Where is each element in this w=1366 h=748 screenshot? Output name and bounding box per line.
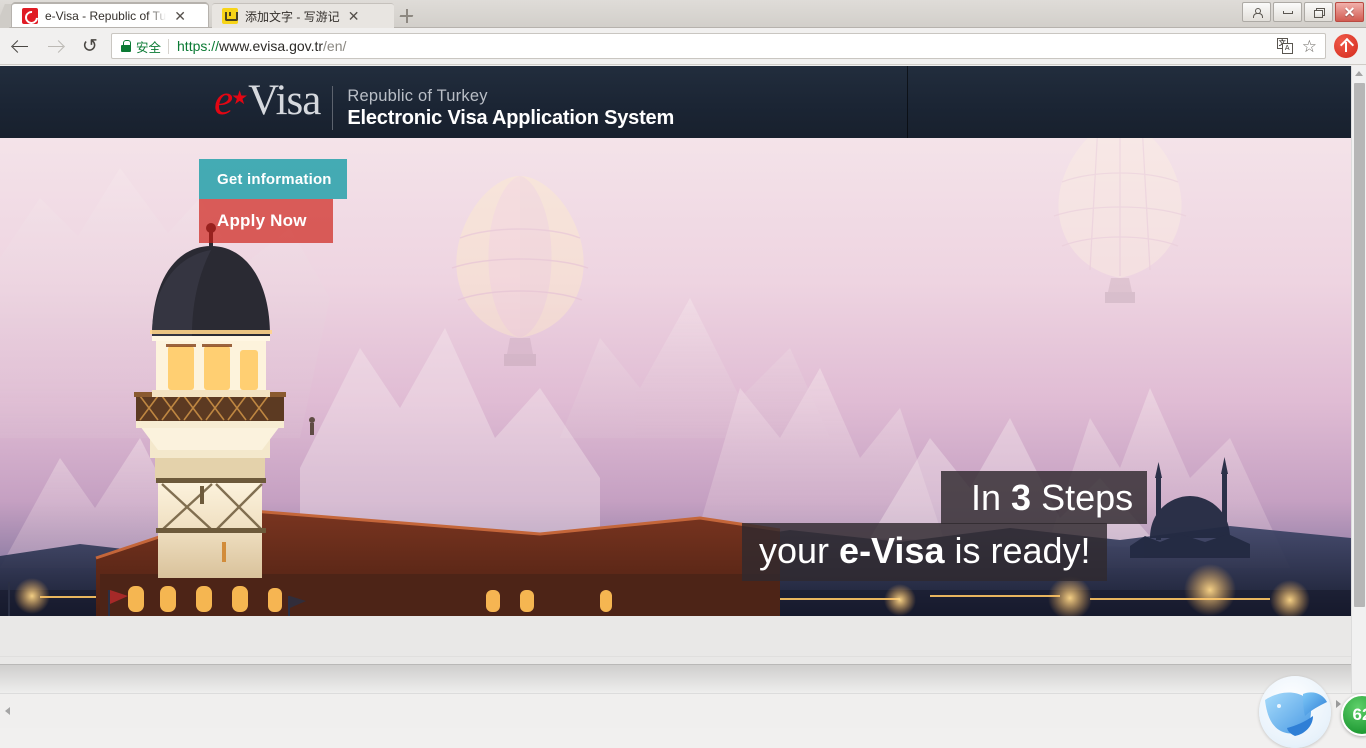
minimize-button[interactable] [1273, 2, 1302, 22]
note-favicon-icon [222, 8, 238, 24]
omnibox-divider [168, 38, 170, 54]
user-icon [1252, 7, 1263, 18]
evisa-wordmark: e ★ Visa [214, 77, 321, 132]
omnibox-actions: 文 A ☆ [1276, 38, 1319, 55]
page-content-below-hero [0, 616, 1351, 693]
headline-line2-suffix: is ready! [944, 530, 1091, 571]
site-title-block: Republic of Turkey Electronic Visa Appli… [347, 87, 674, 132]
browser-tab-note[interactable]: 添加文字 - 写游记 ✕ [212, 3, 394, 28]
page-viewport: e ★ Visa Republic of Turkey Electronic Vis… [0, 66, 1351, 693]
restore-icon [1314, 7, 1325, 18]
url-path: /en/ [323, 38, 347, 54]
logo-separator [332, 86, 334, 130]
headline-line2-prefix: your [759, 530, 840, 571]
reload-icon: ↻ [82, 35, 98, 57]
header-divider [907, 66, 908, 138]
translate-icon[interactable]: 文 A [1276, 38, 1293, 54]
headline-line1-bold: 3 [1011, 477, 1032, 518]
score-badge-value: 62 [1352, 705, 1366, 724]
update-extension-icon[interactable] [1334, 34, 1358, 58]
vertical-scrollbar[interactable] [1351, 66, 1366, 693]
apply-now-button[interactable]: Apply Now [199, 199, 333, 243]
back-arrow-icon [12, 38, 29, 55]
hero-banner: Get information Apply Now In 3 Steps you… [0, 138, 1351, 616]
tab-close-icon[interactable]: ✕ [172, 8, 188, 24]
browser-toolbar: ↻ 安全 https://www.evisa.gov.tr/en/ 文 A ☆ [0, 28, 1366, 65]
scroll-up-arrow-icon[interactable] [1355, 71, 1363, 76]
headline-line1-prefix: In [971, 477, 1012, 518]
evisa-favicon-icon [22, 8, 38, 24]
bird-widget[interactable] [1259, 676, 1331, 748]
apply-now-label: Apply Now [217, 211, 307, 230]
restore-button[interactable] [1304, 2, 1333, 22]
reload-button[interactable]: ↻ [75, 31, 105, 61]
logo-word-visa: Visa [248, 77, 321, 124]
close-icon: ✕ [1343, 4, 1356, 20]
tab-strip: e-Visa - Republic of Tu ✕ 添加文字 - 写游记 ✕ ✕ [0, 0, 1366, 28]
browser-tab-evisa[interactable]: e-Visa - Republic of Tu ✕ [12, 3, 208, 28]
bookmark-star-icon[interactable]: ☆ [1302, 38, 1317, 55]
tab-title: e-Visa - Republic of Tu [45, 9, 167, 23]
headline-line1-suffix: Steps [1031, 477, 1134, 518]
browser-window: e-Visa - Republic of Tu ✕ 添加文字 - 写游记 ✕ ✕… [0, 0, 1366, 748]
scroll-left-arrow-icon[interactable] [5, 707, 10, 715]
get-information-button[interactable]: Get information [199, 159, 347, 199]
user-profile-button[interactable] [1242, 2, 1271, 22]
content-divider [0, 656, 1351, 657]
forward-button[interactable] [40, 31, 70, 61]
back-button[interactable] [5, 31, 35, 61]
bird-icon [1265, 692, 1327, 736]
hero-headline-line1: In 3 Steps [941, 471, 1148, 524]
site-header: e ★ Visa Republic of Turkey Electronic Vis… [0, 66, 1351, 184]
tray-caret-icon[interactable] [1336, 700, 1341, 708]
headline-line2-bold: e-Visa [839, 530, 945, 571]
content-shade-band [0, 665, 1351, 693]
horizontal-scrollbar[interactable] [0, 693, 1366, 728]
url-host: www.evisa.gov.tr [219, 38, 324, 54]
tab-title: 添加文字 - 写游记 [245, 9, 340, 24]
logo-star-icon: ★ [231, 88, 248, 109]
site-title: Electronic Visa Application System [347, 107, 675, 129]
lock-icon [121, 40, 131, 52]
url-scheme: https:// [177, 38, 220, 54]
hero-headline-line2: your e-Visa is ready! [742, 523, 1107, 581]
close-window-button[interactable]: ✕ [1335, 2, 1364, 22]
window-controls: ✕ [1240, 2, 1364, 22]
translate-icon-glyph-right: A [1281, 43, 1293, 54]
minimize-icon [1282, 10, 1293, 14]
site-subtitle: Republic of Turkey [347, 87, 488, 105]
vertical-scrollbar-thumb[interactable] [1354, 83, 1365, 607]
get-information-label: Get information [217, 170, 332, 188]
url-text: https://www.evisa.gov.tr/en/ [177, 38, 346, 54]
forward-arrow-icon [47, 38, 64, 55]
site-logo[interactable]: e ★ Visa Republic of Turkey Electronic Vis… [214, 78, 674, 132]
new-tab-button[interactable] [396, 7, 418, 25]
security-status-label: 安全 [136, 40, 162, 55]
address-bar[interactable]: 安全 https://www.evisa.gov.tr/en/ 文 A ☆ [111, 33, 1326, 59]
tab-close-icon[interactable]: ✕ [346, 8, 362, 24]
